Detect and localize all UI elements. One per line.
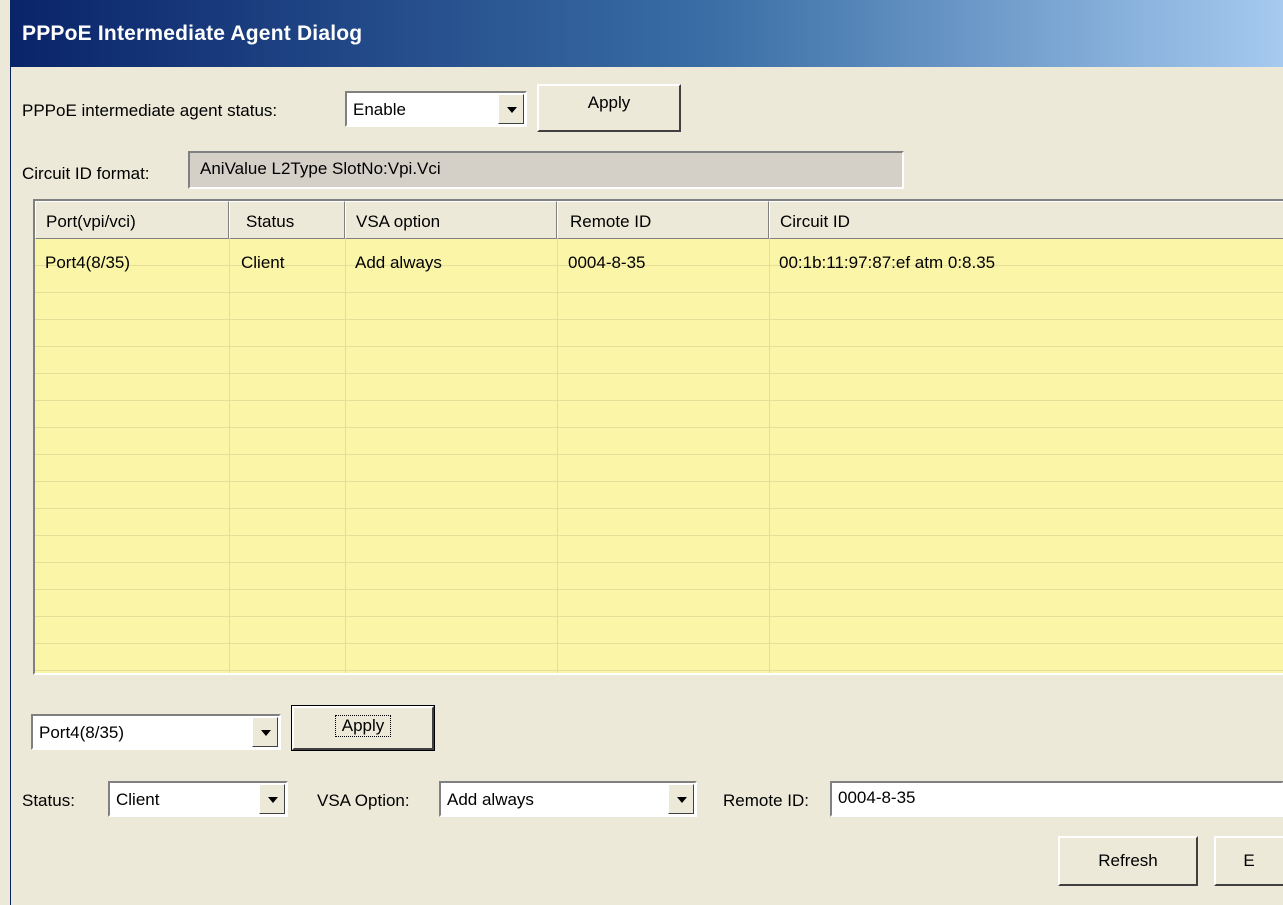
table-header: Port(vpi/vci) Status VSA option Remote I…: [35, 201, 1283, 239]
column-divider: [229, 239, 230, 673]
vsa-option-label: VSA Option:: [317, 791, 410, 810]
agent-status-select[interactable]: Enable: [345, 91, 527, 127]
column-header-port[interactable]: Port(vpi/vci): [35, 201, 229, 239]
column-header-status[interactable]: Status: [229, 201, 345, 239]
agent-status-apply-button[interactable]: Apply: [537, 84, 681, 132]
window-title: PPPoE Intermediate Agent Dialog: [22, 22, 363, 45]
refresh-button[interactable]: Refresh: [1058, 836, 1198, 886]
exit-button[interactable]: E: [1214, 836, 1283, 886]
ports-table[interactable]: Port(vpi/vci) Status VSA option Remote I…: [33, 199, 1283, 675]
port-select[interactable]: Port4(8/35): [31, 714, 281, 750]
apply-button-label: Apply: [587, 93, 631, 112]
column-header-vsa-option[interactable]: VSA option: [345, 201, 557, 239]
port-select-value: Port4(8/35): [39, 723, 125, 742]
cell-remote-id: 0004-8-35: [568, 253, 646, 272]
port-apply-button-label: Apply: [334, 715, 392, 737]
exit-button-label: E: [1243, 851, 1255, 870]
status-select[interactable]: Client: [108, 781, 288, 817]
circuit-format-field: AniValue L2Type SlotNo:Vpi.Vci: [188, 151, 904, 189]
chevron-down-icon[interactable]: [252, 717, 278, 747]
cell-port: Port4(8/35): [45, 253, 131, 272]
vsa-option-select[interactable]: Add always: [439, 781, 697, 817]
circuit-format-label: Circuit ID format:: [22, 164, 150, 183]
vsa-option-select-value: Add always: [447, 790, 534, 809]
dialog-window: PPPoE Intermediate Agent Dialog PPPoE in…: [10, 0, 1283, 905]
agent-status-label: PPPoE intermediate agent status:: [22, 101, 278, 120]
chevron-down-icon[interactable]: [259, 784, 285, 814]
status-select-value: Client: [116, 790, 160, 809]
status-label: Status:: [22, 791, 75, 810]
column-divider: [557, 239, 558, 673]
table-body: [35, 239, 1283, 673]
cell-circuit-id: 00:1b:11:97:87:ef atm 0:8.35: [779, 253, 996, 272]
column-divider: [345, 239, 346, 673]
cell-vsa-option: Add always: [355, 253, 442, 272]
title-bar[interactable]: PPPoE Intermediate Agent Dialog: [11, 0, 1283, 67]
column-header-remote-id[interactable]: Remote ID: [557, 201, 769, 239]
chevron-down-icon[interactable]: [498, 94, 524, 124]
remote-id-input[interactable]: 0004-8-35: [830, 781, 1283, 817]
column-divider: [769, 239, 770, 673]
refresh-button-label: Refresh: [1098, 851, 1158, 870]
remote-id-label: Remote ID:: [723, 791, 809, 810]
port-apply-button[interactable]: Apply: [291, 705, 435, 751]
remote-id-value: 0004-8-35: [838, 788, 916, 807]
chevron-down-icon[interactable]: [668, 784, 694, 814]
column-header-circuit-id[interactable]: Circuit ID: [769, 201, 1283, 239]
circuit-format-value: AniValue L2Type SlotNo:Vpi.Vci: [200, 159, 441, 178]
agent-status-value: Enable: [353, 100, 406, 119]
cell-status: Client: [241, 253, 285, 272]
